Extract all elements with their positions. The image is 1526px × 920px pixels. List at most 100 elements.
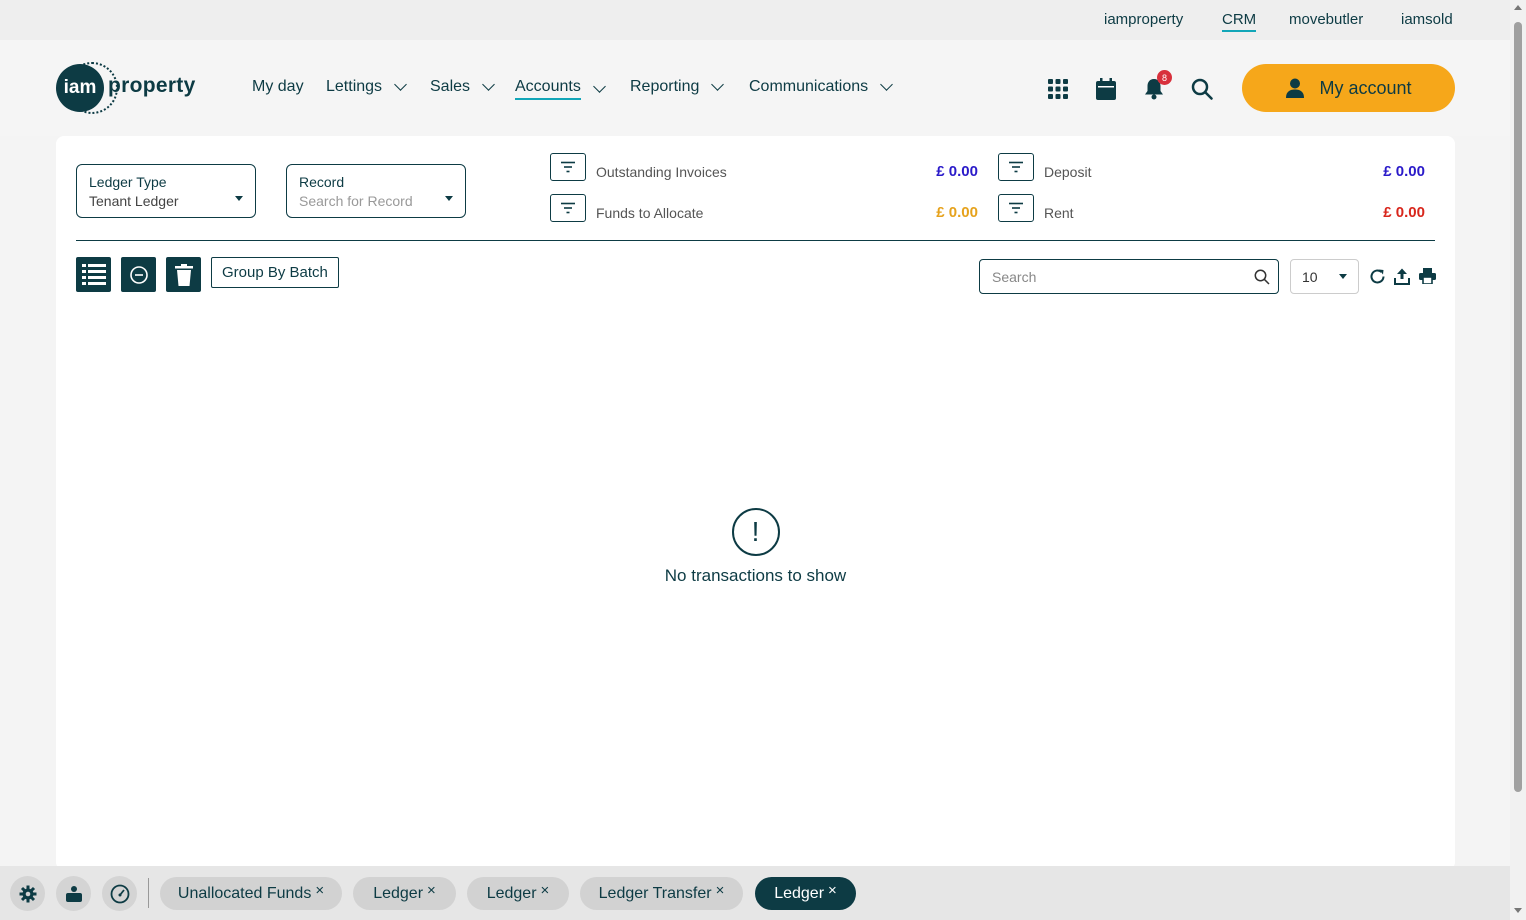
nav-sales[interactable]: Sales [430, 78, 495, 96]
export-icon[interactable] [1393, 267, 1411, 285]
deposit-amount: £ 0.00 [1383, 163, 1425, 180]
tab-label: Unallocated Funds [177, 884, 312, 902]
rent-filter-button[interactable] [998, 194, 1034, 222]
funds-to-allocate-filter-button[interactable] [550, 194, 586, 222]
filter-icon [561, 161, 575, 173]
brand-bar: iamproperty CRM movebutler iamsold [0, 0, 1510, 40]
nav-communications[interactable]: Communications [749, 78, 894, 96]
deposit-label: Deposit [1044, 164, 1092, 180]
ledger-card: Ledger Type Tenant Ledger Record Search … [56, 136, 1455, 870]
nav-label: Sales [430, 78, 471, 95]
my-account-label: My account [1319, 77, 1412, 98]
summary-divider [76, 240, 1435, 241]
page-scrollbar[interactable] [1510, 0, 1526, 920]
user-icon [1286, 78, 1305, 98]
bell-icon[interactable]: 8 [1142, 70, 1172, 101]
refresh-icon[interactable] [1368, 267, 1386, 285]
outstanding-invoices-label: Outstanding Invoices [596, 164, 727, 180]
calendar-icon[interactable] [1094, 77, 1118, 101]
alert-circle-icon: ! [731, 508, 780, 556]
brand-link-iamproperty[interactable]: iamproperty [1104, 11, 1183, 28]
nav-label: Communications [749, 78, 869, 95]
list-icon [81, 263, 106, 285]
search-icon[interactable] [1254, 269, 1270, 290]
chevron-down-icon [482, 78, 495, 91]
nav-label: Accounts [515, 78, 581, 100]
tab-label: Ledger [486, 884, 537, 902]
chevron-down-icon [711, 78, 725, 91]
logo[interactable]: iam property [56, 62, 206, 114]
close-icon[interactable]: × [541, 882, 550, 899]
bottom-bar-divider [148, 878, 149, 908]
search-input[interactable] [979, 259, 1279, 294]
main-header: iam property My day Lettings Sales Accou… [0, 40, 1510, 136]
nav-label: Lettings [326, 78, 383, 95]
tab-ledger-2[interactable]: Ledger × [467, 877, 569, 910]
people-icon [65, 885, 82, 902]
nav-reporting[interactable]: Reporting [630, 78, 725, 96]
gear-icon [19, 885, 36, 902]
filter-icon [1009, 202, 1023, 214]
page-size-select[interactable]: 10 [1290, 259, 1359, 294]
chevron-down-icon [880, 78, 894, 91]
ledger-type-select[interactable]: Ledger Type Tenant Ledger [76, 164, 256, 218]
close-icon[interactable]: × [315, 882, 324, 899]
record-label: Record [299, 174, 345, 190]
logo-mark: iam [56, 64, 104, 112]
speedometer-icon [110, 884, 129, 903]
search-icon[interactable] [1190, 77, 1214, 101]
scrollbar-thumb[interactable] [1514, 22, 1522, 792]
delete-button[interactable] [166, 257, 201, 292]
brand-link-crm[interactable]: CRM [1222, 11, 1257, 32]
brand-link-iamsold[interactable]: iamsold [1401, 11, 1453, 28]
caret-down-icon [445, 196, 453, 201]
dashboard-button[interactable] [102, 876, 137, 911]
notification-badge: 8 [1157, 70, 1172, 85]
tab-label: Ledger Transfer [598, 884, 712, 902]
chevron-down-icon [394, 78, 407, 91]
nav-label: Reporting [630, 78, 700, 95]
empty-state-message: No transactions to show [664, 566, 847, 585]
group-by-batch-button[interactable]: Group By Batch [211, 257, 339, 288]
my-account-button[interactable]: My account [1242, 64, 1455, 112]
record-placeholder: Search for Record [299, 193, 413, 209]
outstanding-invoices-filter-button[interactable] [550, 153, 586, 181]
scroll-up-arrow[interactable] [1514, 5, 1522, 10]
nav-my-day[interactable]: My day [252, 78, 304, 96]
tab-ledger-active[interactable]: Ledger × [755, 877, 856, 910]
settings-button[interactable] [10, 876, 45, 911]
trash-icon [174, 263, 193, 286]
rent-label: Rent [1044, 205, 1074, 221]
apps-grid-icon[interactable] [1046, 77, 1070, 101]
scroll-down-arrow[interactable] [1514, 908, 1522, 913]
close-icon[interactable]: × [716, 882, 725, 899]
record-select[interactable]: Record Search for Record [286, 164, 466, 218]
funds-to-allocate-label: Funds to Allocate [596, 205, 704, 221]
ledger-type-value: Tenant Ledger [89, 193, 179, 209]
tab-ledger-transfer[interactable]: Ledger Transfer × [580, 877, 743, 910]
close-icon[interactable]: × [828, 882, 837, 899]
ledger-type-label: Ledger Type [89, 174, 167, 190]
tab-ledger-1[interactable]: Ledger × [353, 877, 456, 910]
funds-to-allocate-amount: £ 0.00 [936, 204, 978, 221]
outstanding-invoices-amount: £ 0.00 [936, 163, 978, 180]
nav-lettings[interactable]: Lettings [326, 78, 407, 96]
empty-state: ! No transactions to show [56, 508, 1455, 586]
caret-down-icon [1339, 274, 1347, 279]
deposit-filter-button[interactable] [998, 153, 1034, 181]
nav-accounts[interactable]: Accounts [515, 78, 606, 100]
people-button[interactable] [56, 876, 91, 911]
filter-icon [561, 202, 575, 214]
collapse-button[interactable] [121, 257, 156, 292]
list-view-button[interactable] [76, 257, 111, 292]
chevron-down-icon [592, 80, 606, 93]
brand-link-movebutler[interactable]: movebutler [1289, 11, 1363, 28]
bottom-tab-bar: Unallocated Funds × Ledger × Ledger × Le… [0, 866, 1510, 920]
caret-down-icon [235, 196, 243, 201]
tab-unallocated-funds[interactable]: Unallocated Funds × [160, 877, 342, 910]
minus-circle-icon [129, 265, 148, 284]
close-icon[interactable]: × [427, 882, 436, 899]
page-size-value: 10 [1302, 269, 1318, 285]
print-icon[interactable] [1418, 267, 1436, 285]
rent-amount: £ 0.00 [1383, 204, 1425, 221]
